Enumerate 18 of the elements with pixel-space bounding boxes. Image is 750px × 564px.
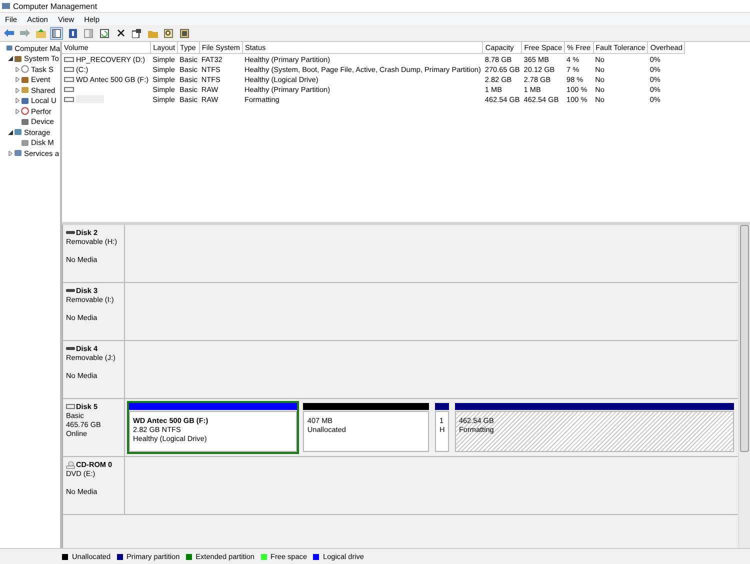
toolbar-button[interactable] [98, 26, 111, 40]
window-title: Computer Management [13, 2, 98, 10]
toolbar-button[interactable] [178, 26, 191, 40]
cd-drive-icon [66, 460, 75, 468]
expand-arrow-icon[interactable] [8, 56, 13, 62]
scrollbar[interactable] [738, 225, 750, 548]
refresh-icon [100, 28, 109, 38]
toolbar-button[interactable] [66, 26, 79, 40]
drive-icon [66, 230, 75, 234]
forward-arrow-icon [20, 29, 30, 37]
expand-arrow-icon[interactable] [8, 130, 13, 135]
toolbar-button[interactable] [162, 26, 175, 40]
drive-icon [66, 288, 75, 292]
drive-icon [66, 404, 75, 409]
close-icon [116, 29, 124, 37]
drive-icon [66, 346, 75, 350]
back-arrow-icon [4, 29, 14, 37]
toolbar-button[interactable] [130, 26, 143, 40]
